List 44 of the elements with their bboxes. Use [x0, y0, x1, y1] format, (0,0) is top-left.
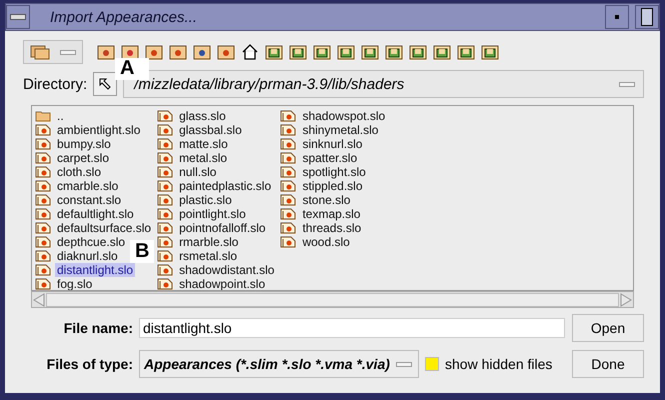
file-item[interactable]: stone.slo: [280, 193, 352, 207]
file-item[interactable]: metal.slo: [157, 151, 230, 165]
open-button[interactable]: Open: [572, 314, 644, 342]
file-name-field[interactable]: distantlight.slo: [139, 318, 565, 338]
file-item[interactable]: sinknurl.slo: [280, 137, 364, 151]
file-item[interactable]: diaknurl.slo: [35, 249, 120, 263]
files-of-type-label: Files of type:: [46, 356, 133, 372]
file-item[interactable]: shadowdistant.slo: [157, 263, 276, 277]
file-item[interactable]: depthcue.slo: [35, 235, 128, 249]
file-item[interactable]: wood.slo: [280, 235, 352, 249]
file-item[interactable]: spotlight.slo: [280, 165, 368, 179]
done-button[interactable]: Done: [572, 350, 644, 378]
file-item[interactable]: carpet.slo: [35, 151, 112, 165]
file-type-dropdown[interactable]: Appearances (*.slim *.slo *.vma *.via): [139, 350, 419, 378]
directory-label: Directory:: [23, 76, 88, 92]
file-item[interactable]: rsmetal.slo: [157, 249, 240, 263]
file-item[interactable]: ..: [35, 109, 66, 123]
file-item[interactable]: shadowspot.slo: [280, 109, 388, 123]
file-name-label: File name:: [62, 320, 133, 336]
file-item[interactable]: matte.slo: [157, 137, 230, 151]
file-item[interactable]: glassbal.slo: [157, 123, 244, 137]
file-item[interactable]: null.slo: [157, 165, 218, 179]
file-item[interactable]: defaultsurface.slo: [35, 221, 154, 235]
file-item[interactable]: cmarble.slo: [35, 179, 120, 193]
file-item[interactable]: paintedplastic.slo: [157, 179, 274, 193]
file-item[interactable]: ambientlight.slo: [35, 123, 142, 137]
file-item[interactable]: spatter.slo: [280, 151, 360, 165]
file-item[interactable]: rmarble.slo: [157, 235, 240, 249]
file-item[interactable]: shinymetal.slo: [280, 123, 380, 137]
file-item[interactable]: glass.slo: [157, 109, 228, 123]
file-item[interactable]: constant.slo: [35, 193, 124, 207]
file-item[interactable]: stippled.slo: [280, 179, 364, 193]
show-hidden-label: show hidden files: [445, 356, 552, 372]
file-item[interactable]: pointlight.slo: [157, 207, 248, 221]
file-item[interactable]: pointnofalloff.slo: [157, 221, 268, 235]
file-item[interactable]: plastic.slo: [157, 193, 234, 207]
file-item[interactable]: threads.slo: [280, 221, 364, 235]
callout-label: B: [130, 240, 154, 263]
file-item[interactable]: defaultlight.slo: [35, 207, 136, 221]
file-item[interactable]: cloth.slo: [35, 165, 104, 179]
file-item[interactable]: bumpy.slo: [35, 137, 113, 151]
window-title: Import Appearances...: [50, 8, 198, 26]
callout-label: A: [115, 58, 149, 80]
file-item[interactable]: texmap.slo: [280, 207, 362, 221]
